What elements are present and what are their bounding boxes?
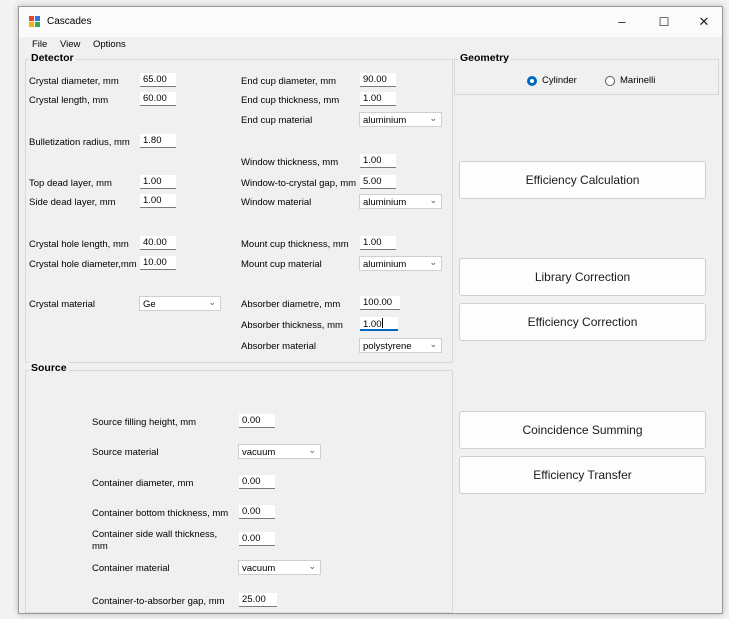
crystal-hole-diameter-label: Crystal hole diameter,mm	[29, 259, 137, 270]
chevron-down-icon: ⌄	[308, 445, 316, 455]
end-cup-thickness-label: End cup thickness, mm	[241, 95, 340, 106]
absorber-diameter-label: Absorber diametre, mm	[241, 299, 341, 310]
mount-cup-thickness-label: Mount cup thickness, mm	[241, 239, 349, 250]
source-filling-height-label: Source filling height, mm	[92, 417, 197, 428]
chevron-down-icon: ⌄	[429, 113, 437, 123]
crystal-hole-length-label: Crystal hole length, mm	[29, 239, 129, 250]
efficiency-calculation-button[interactable]: Efficiency Calculation	[459, 161, 706, 199]
window-title: Cascades	[47, 16, 92, 27]
container-material-value: vacuum	[242, 563, 276, 574]
container-side-wall-label-line1: Container side wall thickness,	[92, 529, 218, 540]
radio-selected-icon	[527, 76, 537, 86]
crystal-material-value: Ge	[143, 299, 156, 310]
minimize-button[interactable]: –	[602, 7, 642, 37]
window-gap-label: Window-to-crystal gap, mm	[241, 178, 357, 189]
window-thickness-label: Window thickness, mm	[241, 157, 339, 168]
container-diameter-field[interactable]: 0.00	[239, 475, 275, 489]
container-side-wall-label-line2: mm	[92, 541, 108, 552]
end-cup-thickness-field[interactable]: 1.00	[360, 92, 396, 106]
window-material-label: Window material	[241, 197, 312, 208]
container-material-label: Container material	[92, 563, 170, 574]
mount-cup-material-value: aluminium	[363, 259, 407, 270]
menu-options[interactable]: Options	[93, 39, 126, 50]
side-dead-layer-field[interactable]: 1.00	[140, 194, 176, 208]
radio-unselected-icon	[605, 76, 615, 86]
menu-bar: File View Options	[19, 37, 722, 53]
end-cup-material-select[interactable]: aluminium ⌄	[359, 112, 442, 127]
absorber-diameter-field[interactable]: 100.00	[360, 296, 400, 310]
menu-view[interactable]: View	[60, 39, 80, 50]
side-dead-layer-label: Side dead layer, mm	[29, 197, 116, 208]
crystal-material-select[interactable]: Ge ⌄	[139, 296, 221, 311]
app-window: Cascades – ☐ ✕ File View Options Detecto…	[18, 6, 723, 614]
geometry-group	[454, 59, 719, 95]
mount-cup-material-label: Mount cup material	[241, 259, 322, 270]
absorber-thickness-label: Absorber thickness, mm	[241, 320, 343, 331]
bulletization-radius-field[interactable]: 1.80	[140, 134, 176, 148]
container-diameter-label: Container diameter, mm	[92, 478, 194, 489]
chevron-down-icon: ⌄	[429, 257, 437, 267]
chevron-down-icon: ⌄	[429, 339, 437, 349]
source-material-value: vacuum	[242, 447, 276, 458]
source-group-title: Source	[29, 362, 69, 374]
top-dead-layer-label: Top dead layer, mm	[29, 178, 112, 189]
chevron-down-icon: ⌄	[429, 195, 437, 205]
absorber-material-value: polystyrene	[363, 341, 412, 352]
crystal-hole-length-field[interactable]: 40.00	[140, 236, 176, 250]
end-cup-diameter-label: End cup diameter, mm	[241, 76, 337, 87]
efficiency-correction-button[interactable]: Efficiency Correction	[459, 303, 706, 341]
container-side-wall-field[interactable]: 0.00	[239, 532, 275, 546]
absorber-gap-field[interactable]: 25.00	[239, 593, 277, 607]
chevron-down-icon: ⌄	[208, 297, 216, 307]
cylinder-radio-label: Cylinder	[542, 75, 577, 86]
mount-cup-thickness-field[interactable]: 1.00	[360, 236, 396, 250]
source-material-select[interactable]: vacuum ⌄	[238, 444, 321, 459]
container-bottom-field[interactable]: 0.00	[239, 505, 275, 519]
crystal-diameter-label: Crystal diameter, mm	[29, 76, 119, 87]
window-material-value: aluminium	[363, 197, 407, 208]
text-caret	[381, 318, 383, 328]
source-material-label: Source material	[92, 447, 159, 458]
menu-file[interactable]: File	[32, 39, 47, 50]
absorber-gap-label: Container-to-absorber gap, mm	[92, 596, 225, 607]
window-material-select[interactable]: aluminium ⌄	[359, 194, 442, 209]
container-material-select[interactable]: vacuum ⌄	[238, 560, 321, 575]
end-cup-material-value: aluminium	[363, 115, 407, 126]
end-cup-diameter-field[interactable]: 90.00	[360, 73, 396, 87]
top-dead-layer-field[interactable]: 1.00	[140, 175, 176, 189]
container-bottom-label: Container bottom thickness, mm	[92, 508, 229, 519]
crystal-hole-diameter-field[interactable]: 10.00	[140, 256, 176, 270]
mount-cup-material-select[interactable]: aluminium ⌄	[359, 256, 442, 271]
marinelli-radio-label: Marinelli	[620, 75, 656, 86]
coincidence-summing-button[interactable]: Coincidence Summing	[459, 411, 706, 449]
absorber-thickness-field[interactable]: 1.00	[360, 317, 398, 331]
bulletization-radius-label: Bulletization radius, mm	[29, 137, 130, 148]
crystal-material-label: Crystal material	[29, 299, 95, 310]
source-group	[25, 370, 453, 613]
geometry-group-title: Geometry	[458, 52, 512, 64]
absorber-thickness-value: 1.00	[363, 319, 382, 330]
window-gap-field[interactable]: 5.00	[360, 175, 396, 189]
close-button[interactable]: ✕	[684, 7, 724, 37]
crystal-length-field[interactable]: 60.00	[140, 92, 176, 106]
maximize-button[interactable]: ☐	[644, 7, 684, 37]
absorber-material-select[interactable]: polystyrene ⌄	[359, 338, 442, 353]
detector-group-title: Detector	[29, 52, 76, 64]
efficiency-transfer-button[interactable]: Efficiency Transfer	[459, 456, 706, 494]
app-icon	[29, 16, 41, 28]
window-thickness-field[interactable]: 1.00	[360, 154, 396, 168]
crystal-diameter-field[interactable]: 65.00	[140, 73, 176, 87]
source-filling-height-field[interactable]: 0.00	[239, 414, 275, 428]
absorber-material-label: Absorber material	[241, 341, 316, 352]
chevron-down-icon: ⌄	[308, 561, 316, 571]
title-bar: Cascades – ☐ ✕	[19, 7, 722, 37]
crystal-length-label: Crystal length, mm	[29, 95, 109, 106]
library-correction-button[interactable]: Library Correction	[459, 258, 706, 296]
end-cup-material-label: End cup material	[241, 115, 313, 126]
